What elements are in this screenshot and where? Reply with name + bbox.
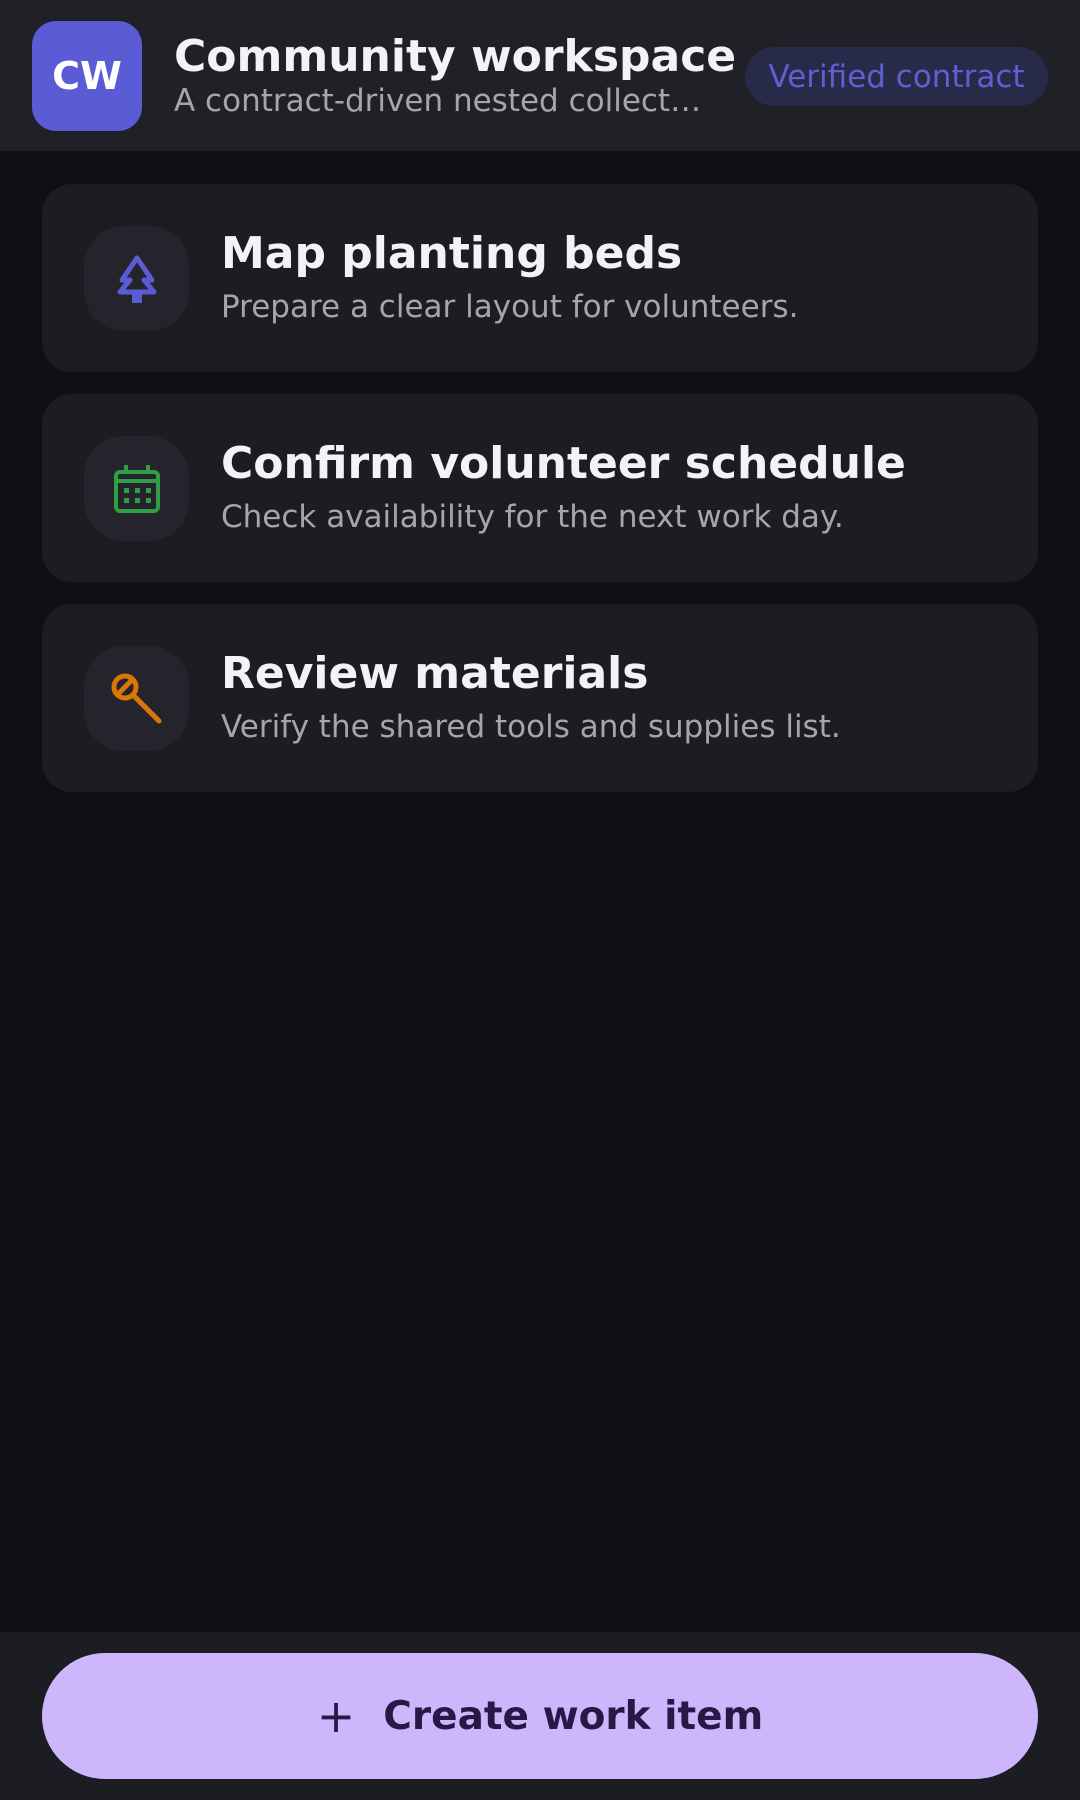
item-title: Confirm volunteer schedule [221, 438, 906, 489]
item-icon-container [84, 646, 189, 751]
item-description: Check availability for the next work day… [221, 499, 844, 535]
plus-icon: + [316, 1689, 356, 1743]
item-description: Prepare a clear layout for volunteers. [221, 289, 799, 325]
page-title: Community workspace [174, 31, 737, 82]
create-button-label: Create work item [383, 1693, 764, 1739]
status-badge: Verified contract [745, 47, 1048, 106]
wrench-icon [111, 673, 161, 723]
list-item-review-materials[interactable]: Review materials Verify the shared tools… [42, 604, 1038, 792]
list-item-map-planting-beds[interactable]: Map planting beds Prepare a clear layout… [42, 184, 1038, 372]
tree-icon [117, 255, 156, 303]
page-subtitle: A contract-driven nested collect… [174, 83, 702, 119]
bottom-bar: + Create work item [0, 1632, 1080, 1800]
item-description: Verify the shared tools and supplies lis… [221, 709, 841, 745]
item-icon-container [84, 436, 189, 541]
calendar-icon [113, 464, 160, 513]
item-icon-container [84, 226, 189, 331]
app-header: CW Community workspace A contract-driven… [0, 0, 1080, 151]
workspace-avatar[interactable]: CW [32, 21, 142, 131]
item-title: Map planting beds [221, 228, 683, 279]
item-title: Review materials [221, 648, 649, 699]
list-item-confirm-volunteer-schedule[interactable]: Confirm volunteer schedule Check availab… [42, 394, 1038, 582]
create-work-item-button[interactable]: + Create work item [42, 1653, 1038, 1779]
